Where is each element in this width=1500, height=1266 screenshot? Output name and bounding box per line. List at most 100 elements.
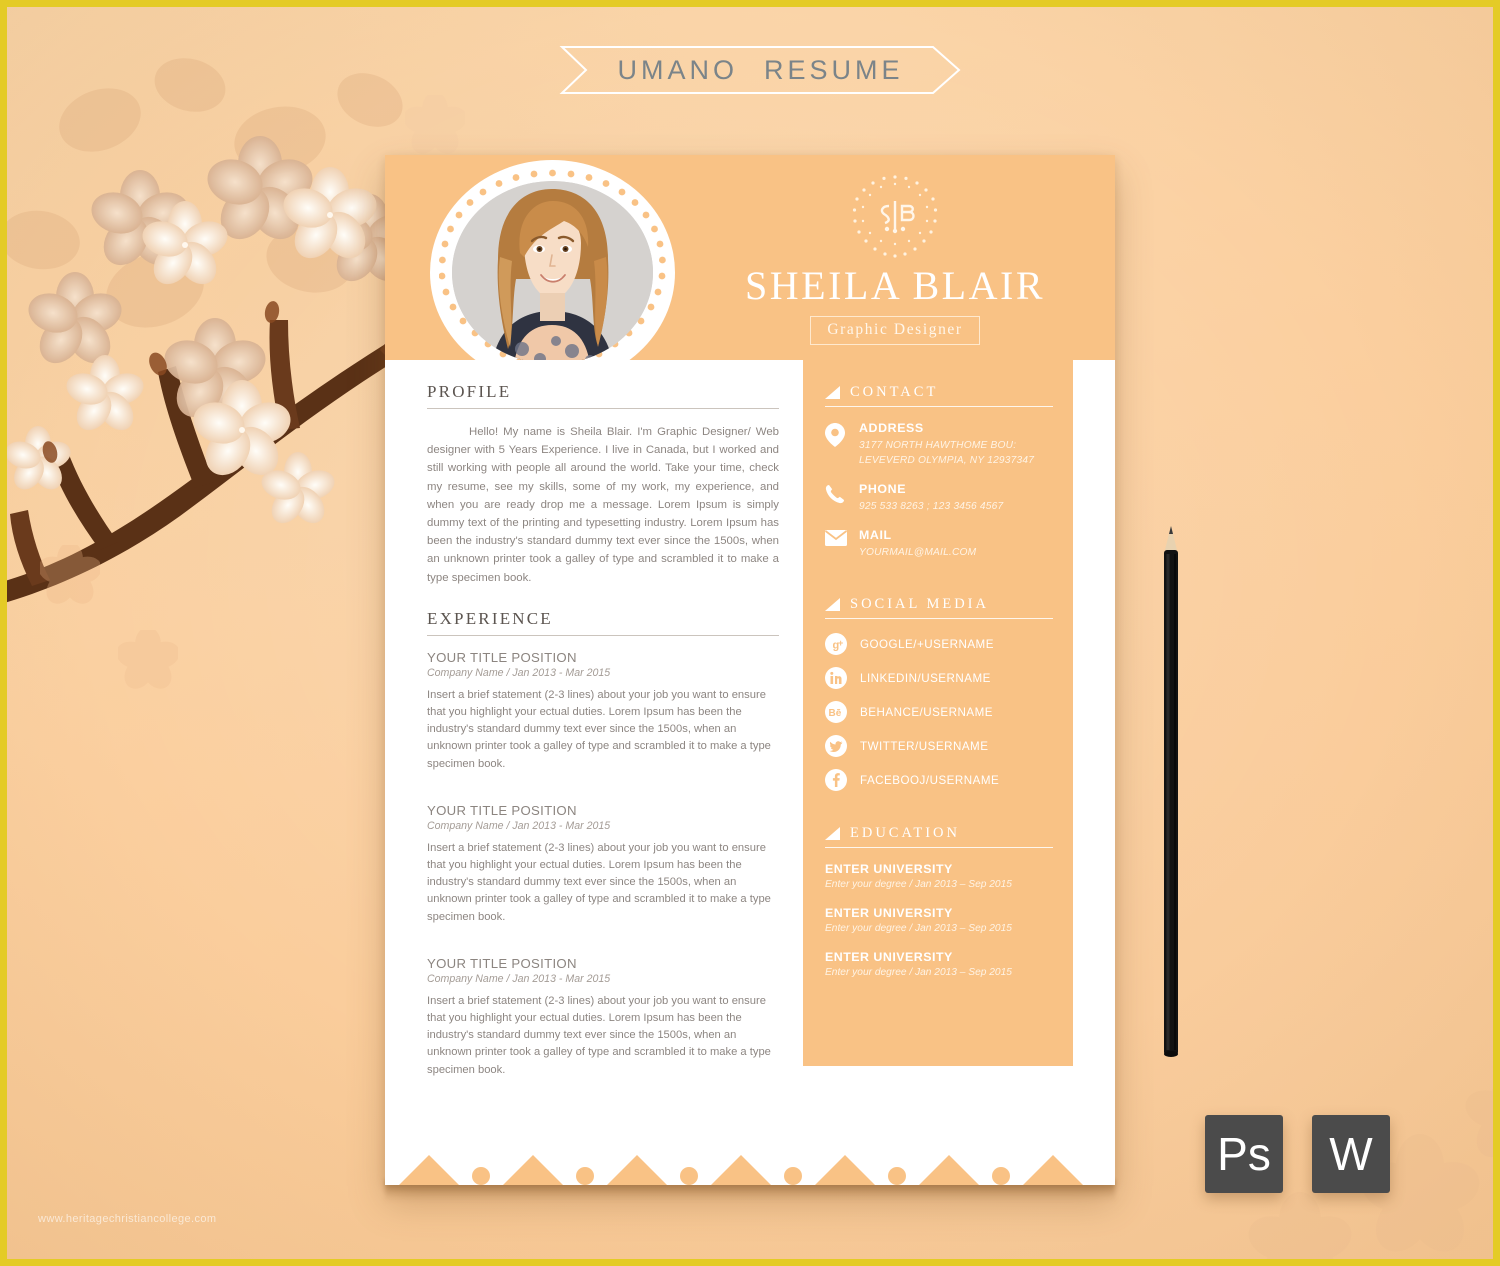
experience-section: EXPERIENCE YOUR TITLE POSITION Company N…: [427, 609, 779, 1079]
candidate-name: SHEILA BLAIR: [745, 263, 1045, 308]
social-item-twitter[interactable]: TWITTER/USERNAME: [825, 735, 1053, 757]
education-item: ENTER UNIVERSITY Enter your degree / Jan…: [825, 862, 1053, 890]
education-meta: Enter your degree / Jan 2013 – Sep 2015: [825, 923, 1012, 934]
contact-section: CONTACT ADDRESS 3177 NORTH HAWTHOME BOU:…: [824, 384, 1053, 560]
floating-petal-icon: [38, 542, 102, 604]
social-label: LINKEDIN/USERNAME: [860, 671, 991, 685]
brand-banner: UMANO RESUME: [558, 43, 963, 97]
experience-title: YOUR TITLE POSITION: [427, 802, 577, 818]
contact-item-phone: PHONE 925 533 8263 ; 123 3456 4567: [825, 482, 1053, 514]
contact-label: ADDRESS: [859, 421, 924, 435]
experience-item: YOUR TITLE POSITION Company Name / Jan 2…: [427, 956, 779, 1079]
experience-item: YOUR TITLE POSITION Company Name / Jan 2…: [427, 803, 779, 926]
education-section: EDUCATION ENTER UNIVERSITY Enter your de…: [825, 825, 1053, 978]
linkedin-icon: [825, 667, 847, 689]
facebook-icon: [825, 769, 847, 791]
resume-page: SHEILA BLAIR Graphic Designer PROFILE He…: [385, 155, 1115, 1185]
education-school: ENTER UNIVERSITY: [825, 950, 953, 964]
contact-value: 3177 NORTH HAWTHOME BOU: LEVEVERD OLYMPI…: [859, 440, 1035, 466]
social-item-linkedin[interactable]: LINKEDIN/USERNAME: [825, 667, 1053, 689]
item-spacer: [427, 791, 779, 803]
envelope-icon: [824, 528, 848, 551]
mockup-canvas: UMANO RESUME SHEILA BLAIR Graphic Design…: [0, 0, 1500, 1266]
twitter-icon: [825, 735, 847, 757]
experience-title: YOUR TITLE POSITION: [427, 955, 577, 971]
photo-image: [452, 181, 653, 364]
experience-description: Insert a brief statement (2-3 lines) abo…: [427, 688, 771, 770]
education-item: ENTER UNIVERSITY Enter your degree / Jan…: [825, 950, 1053, 978]
social-label: FACEBOOJ/USERNAME: [860, 773, 1000, 787]
triangle-bullet-icon: [825, 826, 840, 840]
resume-header: SHEILA BLAIR Graphic Designer: [385, 155, 1115, 385]
behance-icon: Bē: [825, 701, 847, 723]
education-meta: Enter your degree / Jan 2013 – Sep 2015: [825, 879, 1012, 890]
header-identity: SHEILA BLAIR Graphic Designer: [685, 171, 1105, 345]
word-badge[interactable]: W: [1312, 1115, 1390, 1193]
brand-word-umano: UMANO: [617, 54, 738, 85]
item-spacer: [427, 944, 779, 956]
location-pin-icon: [825, 421, 847, 452]
profile-body-text: Hello! My name is Sheila Blair. I'm Grap…: [427, 426, 779, 584]
experience-item: YOUR TITLE POSITION Company Name / Jan 2…: [427, 650, 779, 773]
triangle-bullet-icon: [825, 385, 840, 399]
experience-meta: Company Name / Jan 2013 - Mar 2015: [427, 666, 611, 679]
page-footer-ornament: [385, 1090, 1115, 1185]
floating-petal-icon: [116, 627, 180, 689]
watermark-text: www.heritagechristiancollege.com: [38, 1213, 217, 1225]
section-divider: [427, 408, 779, 409]
sidebar-column: CONTACT ADDRESS 3177 NORTH HAWTHOME BOU:…: [803, 360, 1073, 1066]
profile-section: PROFILE Hello! My name is Sheila Blair. …: [427, 382, 779, 587]
floating-petal-icon: [403, 92, 467, 154]
education-school: ENTER UNIVERSITY: [825, 906, 953, 920]
google-plus-icon: g +: [825, 633, 847, 655]
contact-heading-row: CONTACT: [825, 384, 1053, 401]
experience-title: YOUR TITLE POSITION: [427, 649, 577, 665]
social-label: TWITTER/USERNAME: [860, 739, 989, 753]
experience-heading: EXPERIENCE: [427, 608, 553, 628]
social-item-facebook[interactable]: FACEBOOJ/USERNAME: [825, 769, 1053, 791]
social-label: GOOGLE/+USERNAME: [860, 637, 994, 651]
education-heading-row: EDUCATION: [825, 825, 1053, 842]
contact-heading: CONTACT: [850, 384, 939, 400]
contact-label: PHONE: [859, 482, 907, 496]
candidate-job-title: Graphic Designer: [810, 316, 980, 345]
social-media-section: SOCIAL MEDIA g + GOOGLE/+USERNAME LINKED…: [825, 596, 1053, 791]
profile-photo: [430, 160, 675, 385]
svg-text:+: +: [838, 638, 843, 648]
education-meta: Enter your degree / Jan 2013 – Sep 2015: [825, 967, 1012, 978]
social-item-google[interactable]: g + GOOGLE/+USERNAME: [825, 633, 1053, 655]
brand-word-resume: RESUME: [763, 54, 904, 85]
photoshop-badge[interactable]: Ps: [1205, 1115, 1283, 1193]
education-heading: EDUCATION: [850, 825, 960, 841]
social-label: BEHANCE/USERNAME: [860, 705, 993, 719]
sidebar-divider: [825, 847, 1053, 848]
social-heading-row: SOCIAL MEDIA: [825, 596, 1053, 613]
resume-body: PROFILE Hello! My name is Sheila Blair. …: [385, 360, 1115, 1090]
experience-description: Insert a brief statement (2-3 lines) abo…: [427, 994, 771, 1076]
contact-value: YOURMAIL@MAIL.COM: [859, 547, 977, 558]
contact-value: 925 533 8263 ; 123 3456 4567: [859, 501, 1004, 512]
experience-meta: Company Name / Jan 2013 - Mar 2015: [427, 972, 611, 985]
contact-item-address: ADDRESS 3177 NORTH HAWTHOME BOU: LEVEVER…: [825, 421, 1053, 468]
svg-text:Bē: Bē: [829, 708, 842, 719]
education-school: ENTER UNIVERSITY: [825, 862, 953, 876]
sidebar-divider: [825, 618, 1053, 619]
pencil-decoration-icon: [1158, 520, 1184, 1065]
social-heading: SOCIAL MEDIA: [850, 596, 989, 612]
monogram-logo-icon: [849, 171, 941, 263]
contact-label: MAIL: [859, 528, 892, 542]
experience-meta: Company Name / Jan 2013 - Mar 2015: [427, 819, 611, 832]
education-item: ENTER UNIVERSITY Enter your degree / Jan…: [825, 906, 1053, 934]
profile-heading: PROFILE: [427, 382, 512, 401]
section-divider: [427, 634, 779, 636]
experience-description: Insert a brief statement (2-3 lines) abo…: [427, 841, 771, 923]
contact-item-mail: MAIL YOURMAIL@MAIL.COM: [824, 528, 1053, 560]
main-column: PROFILE Hello! My name is Sheila Blair. …: [427, 382, 779, 1097]
social-item-behance[interactable]: Bē BEHANCE/USERNAME: [825, 701, 1053, 723]
triangle-bullet-icon: [825, 597, 840, 611]
phone-icon: [825, 482, 847, 509]
sidebar-divider: [825, 406, 1053, 407]
